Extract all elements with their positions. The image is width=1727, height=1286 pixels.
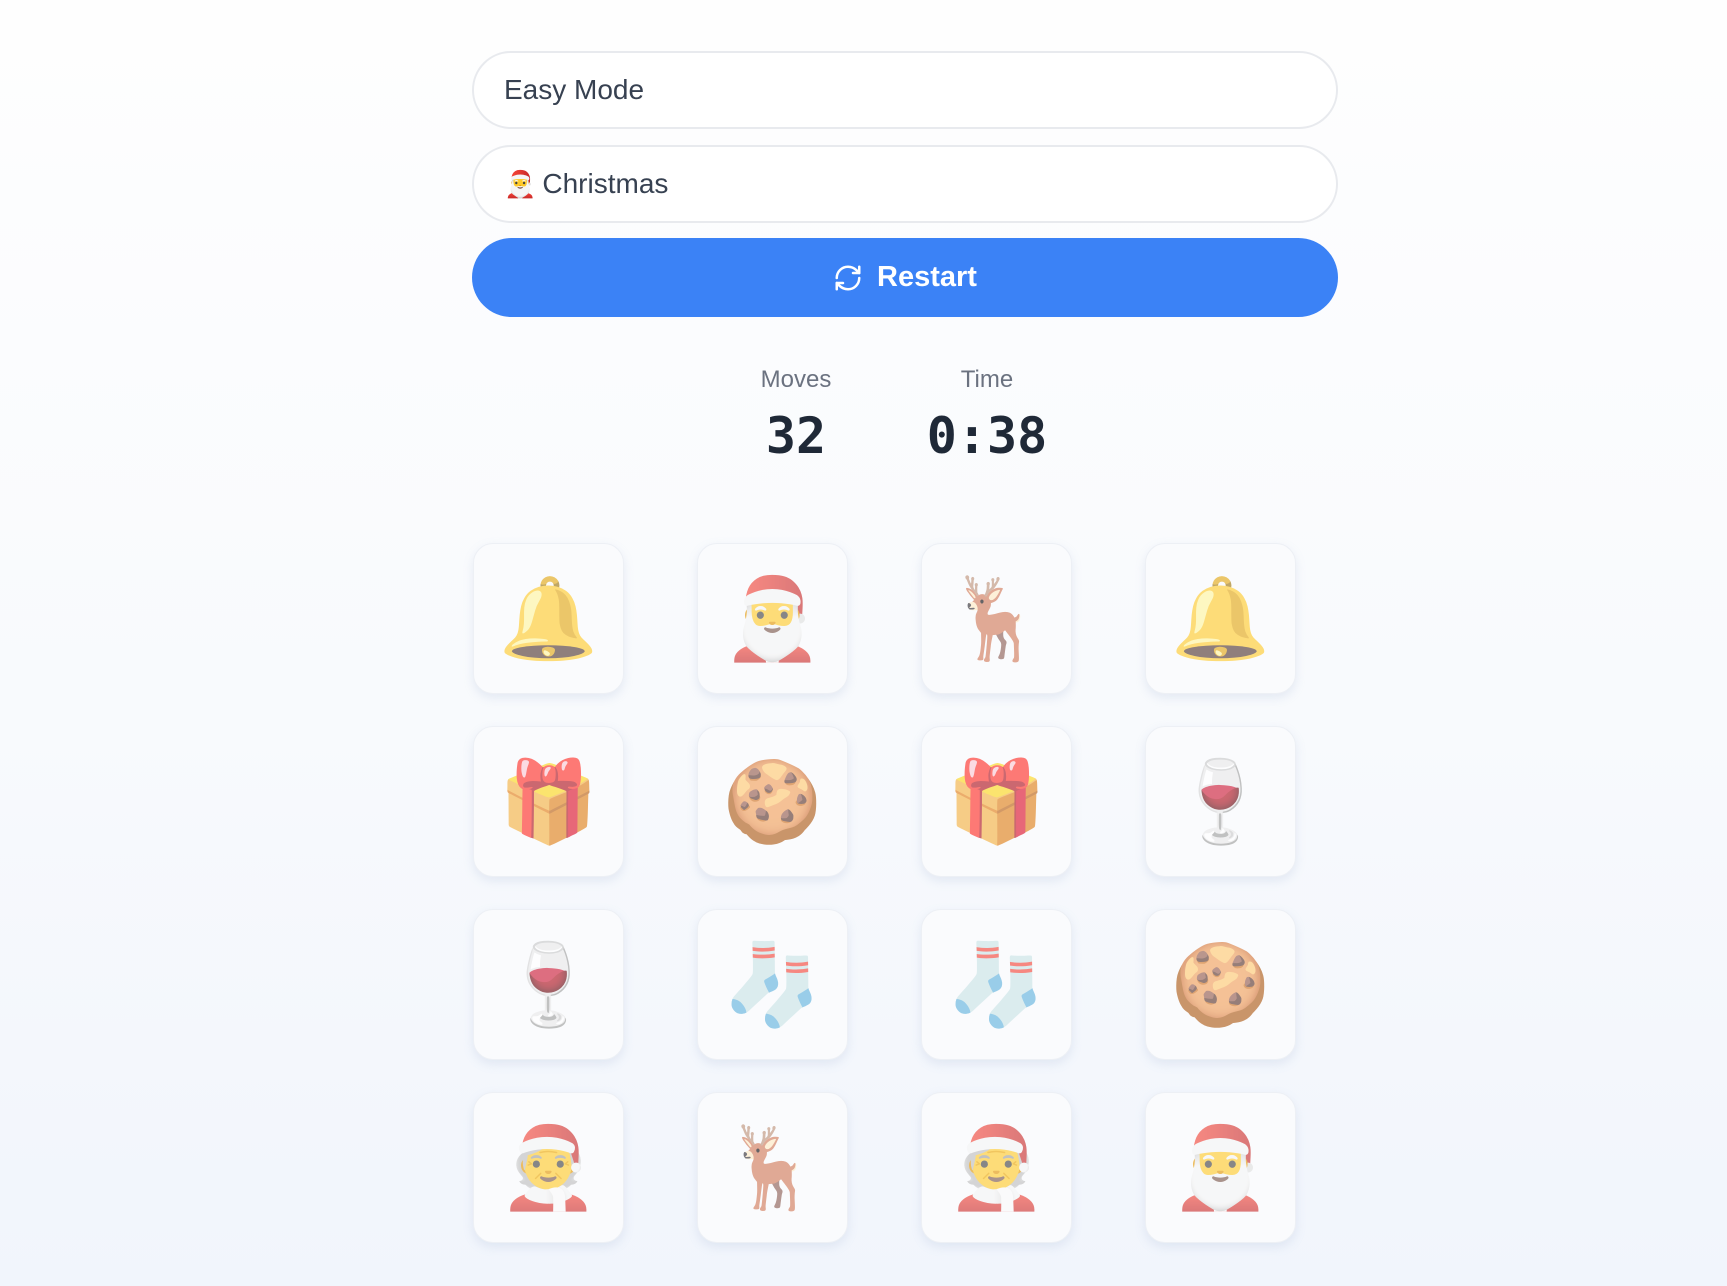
mx-claus-icon: 🧑‍🎄 — [498, 1122, 599, 1212]
moves-label: Moves — [760, 366, 832, 393]
memory-card[interactable]: 🎅 — [697, 543, 848, 694]
santa-icon: 🎅 — [722, 573, 823, 663]
gift-icon: 🎁 — [946, 756, 1047, 846]
memory-card[interactable]: 🧦 — [921, 909, 1072, 1060]
gift-icon: 🎁 — [498, 756, 599, 846]
memory-card[interactable]: 🎁 — [473, 726, 624, 877]
memory-card[interactable]: 🧑‍🎄 — [473, 1092, 624, 1243]
memory-card[interactable]: 🍷 — [1145, 726, 1296, 877]
memory-card[interactable]: 🎅 — [1145, 1092, 1296, 1243]
memory-card[interactable]: 🦌 — [697, 1092, 848, 1243]
theme-select[interactable]: 🎅 Christmas — [472, 145, 1338, 223]
difficulty-value: Easy Mode — [504, 74, 645, 105]
deer-icon: 🦌 — [946, 573, 1047, 663]
memory-card[interactable]: 🍪 — [1145, 909, 1296, 1060]
santa-icon: 🎅 — [1170, 1122, 1271, 1212]
mx-claus-icon: 🧑‍🎄 — [946, 1122, 1047, 1212]
refresh-icon — [835, 265, 861, 290]
socks-icon: 🧦 — [946, 939, 1047, 1029]
wine-glass-icon: 🍷 — [498, 939, 599, 1029]
time-label: Time — [960, 366, 1014, 393]
deer-icon: 🦌 — [722, 1122, 823, 1212]
theme-value: Christmas — [542, 168, 669, 199]
moves-stat: Moves 32 — [696, 366, 896, 466]
memory-card[interactable]: 🍷 — [473, 909, 624, 1060]
moves-value: 32 — [765, 407, 827, 465]
memory-card[interactable]: 🦌 — [921, 543, 1072, 694]
wine-glass-icon: 🍷 — [1170, 756, 1271, 846]
bell-icon: 🔔 — [498, 573, 599, 663]
difficulty-select[interactable]: Easy Mode — [472, 51, 1338, 129]
socks-icon: 🧦 — [722, 939, 823, 1029]
time-value: 0:38 — [926, 407, 1048, 465]
cookie-icon: 🍪 — [1170, 939, 1271, 1029]
cookie-icon: 🍪 — [722, 756, 823, 846]
memory-card[interactable]: 🔔 — [1145, 543, 1296, 694]
memory-card[interactable]: 🧑‍🎄 — [921, 1092, 1072, 1243]
restart-label: Restart — [877, 261, 977, 293]
bell-icon: 🔔 — [1170, 573, 1271, 663]
memory-card[interactable]: 🔔 — [473, 543, 624, 694]
memory-card[interactable]: 🍪 — [697, 726, 848, 877]
memory-card[interactable]: 🧦 — [697, 909, 848, 1060]
restart-button[interactable]: Restart — [472, 238, 1338, 317]
santa-icon: 🎅 — [504, 169, 537, 199]
memory-card[interactable]: 🎁 — [921, 726, 1072, 877]
time-stat: Time 0:38 — [887, 366, 1087, 466]
